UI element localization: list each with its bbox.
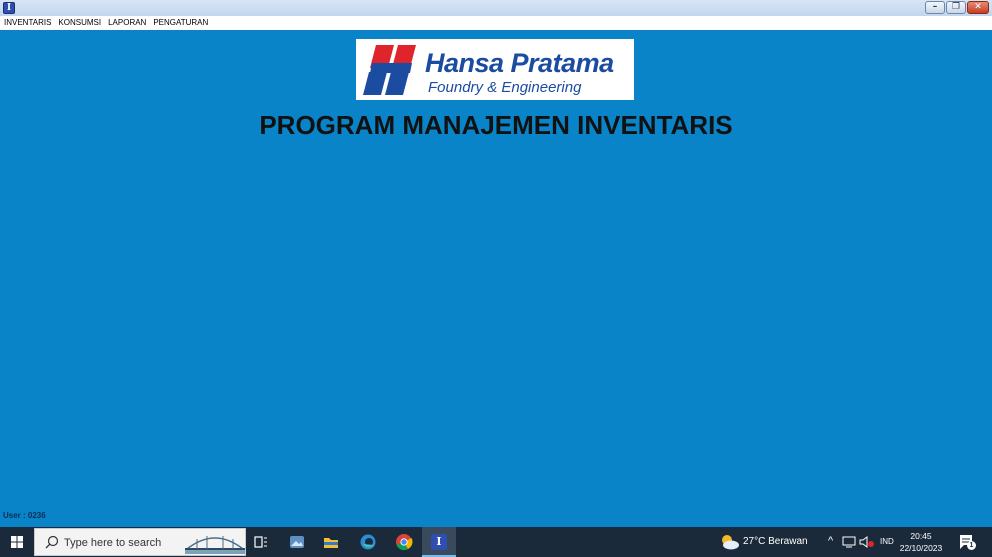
window-controls: – ❐ ✕ — [925, 1, 989, 14]
edge-icon[interactable] — [358, 532, 378, 552]
search-placeholder: Type here to search — [64, 537, 162, 549]
taskbar-search[interactable]: Type here to search — [34, 528, 246, 556]
logo-mark-icon — [363, 45, 416, 95]
volume-muted-icon[interactable] — [859, 536, 875, 548]
close-button[interactable]: ✕ — [967, 1, 989, 14]
app-icon[interactable]: I — [3, 2, 15, 14]
start-button[interactable] — [0, 527, 34, 557]
weather-cloud-icon — [722, 535, 739, 550]
user-status: User : 0236 — [3, 511, 46, 520]
restore-icon: ❐ — [951, 2, 961, 12]
clock-time: 20:45 — [910, 531, 932, 541]
restore-button[interactable]: ❐ — [946, 1, 966, 14]
minimize-icon: – — [932, 2, 938, 12]
menu-konsumsi[interactable]: KONSUMSI — [58, 16, 101, 30]
photos-icon[interactable] — [287, 532, 307, 552]
file-explorer-icon[interactable] — [321, 532, 341, 552]
windows-icon — [11, 536, 23, 548]
menu-laporan[interactable]: LAPORAN — [108, 16, 146, 30]
taskbar: Type here to search I 27°C Berawan ^ IND… — [0, 527, 992, 557]
close-icon: ✕ — [974, 2, 982, 12]
clock-date: 22/10/2023 — [899, 543, 943, 553]
menu-pengaturan[interactable]: PENGATURAN — [153, 16, 208, 30]
taskbar-active-app[interactable]: I — [422, 527, 456, 557]
chrome-icon[interactable] — [394, 532, 414, 552]
language-indicator[interactable]: IND — [880, 536, 894, 548]
task-view-icon[interactable] — [251, 532, 271, 552]
notification-badge: 1 — [967, 541, 976, 550]
network-icon[interactable] — [842, 536, 856, 548]
weather-text[interactable]: 27°C Berawan — [743, 536, 808, 548]
bridge-highlight-icon — [185, 531, 245, 554]
tray-chevron-icon[interactable]: ^ — [828, 535, 833, 547]
search-icon — [45, 535, 59, 549]
window-titlebar: I – ❐ ✕ — [0, 0, 992, 16]
company-logo: Hansa Pratama Foundry & Engineering — [356, 39, 634, 100]
clock[interactable]: 20:45 22/10/2023 — [898, 530, 944, 554]
menu-bar: INVENTARIS KONSUMSI LAPORAN PENGATURAN — [0, 16, 992, 30]
page-title: PROGRAM MANAJEMEN INVENTARIS — [259, 110, 733, 140]
minimize-button[interactable]: – — [925, 1, 945, 14]
logo-tagline: Foundry & Engineering — [428, 79, 582, 96]
logo-brand-text: Hansa Pratama — [425, 48, 614, 78]
inventory-app-icon: I — [431, 534, 447, 550]
menu-inventaris[interactable]: INVENTARIS — [4, 16, 51, 30]
